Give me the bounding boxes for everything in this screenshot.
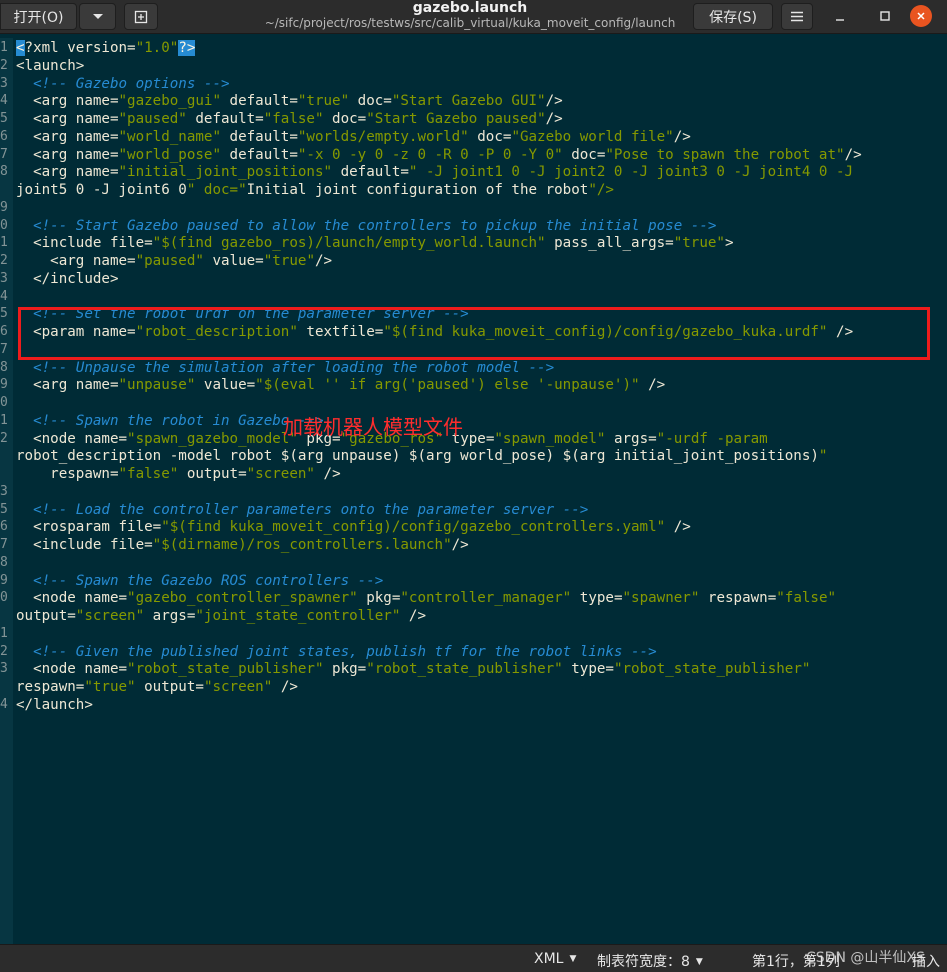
new-document-icon [134, 10, 148, 23]
language-label: XML [534, 951, 564, 967]
line-number: 4 [0, 696, 8, 712]
line-number: 0 [0, 590, 8, 606]
code-text: <arg name="unpause" value="$(eval '' if … [16, 377, 666, 394]
minimize-icon [836, 19, 844, 21]
line-number: 5 [0, 306, 8, 322]
code-text: <!-- Start Gazebo paused to allow the co… [16, 217, 717, 234]
code-text: <launch> [16, 57, 85, 74]
open-button-label: 打开(O) [13, 9, 64, 26]
line-number: 6 [0, 519, 8, 535]
tab-width-selector[interactable]: 制表符宽度：8 ▼ [597, 951, 703, 971]
maximize-icon [880, 11, 890, 21]
code-text: respawn="true" output="screen" /> [16, 679, 298, 695]
code-text: respawn="false" output="screen" /> [16, 466, 341, 482]
line-number: 4 [0, 93, 8, 109]
code-text: <include file="$(dirname)/ros_controller… [16, 537, 469, 553]
line-number: 2 [0, 57, 8, 73]
line-number: 1 [0, 625, 8, 641]
watermark: CSDN @山半仙XS [806, 950, 925, 966]
code-text: <arg name="gazebo_gui" default="true" do… [16, 93, 563, 110]
language-chevron-down-icon: ▼ [569, 954, 577, 964]
close-icon [917, 12, 925, 20]
code-text: <!-- Spawn the Gazebo ROS controllers --… [16, 572, 384, 589]
line-number: 5 [0, 111, 8, 126]
code-text: <!-- Gazebo options --> [16, 75, 230, 92]
header-bar: 打开(O) gazebo.launch ~/sifc/project/ros/t… [0, 0, 947, 34]
line-number: 9 [0, 377, 8, 393]
line-number: 2 [0, 643, 8, 659]
line-number: 4 [0, 288, 8, 304]
code-text: </launch> [16, 696, 93, 713]
line-number: 1 [0, 40, 8, 55]
minimize-button[interactable] [828, 4, 852, 28]
line-number: 9 [0, 199, 8, 215]
line-number: 8 [0, 164, 8, 180]
window-title: gazebo.launch [412, 0, 528, 16]
line-number: 7 [0, 537, 8, 552]
line-number: 3 [0, 661, 8, 677]
language-selector[interactable]: XML ▼ [534, 951, 576, 967]
code-text: <!-- Given the published joint states, p… [16, 643, 657, 660]
code-editor[interactable]: 1 <?xml version="1.0"?> 2 <launch> 3 <!-- Ga… [0, 38, 947, 944]
code-text: <!-- Unpause the simulation after loadin… [16, 359, 555, 376]
line-number: 1 [0, 235, 8, 251]
hamburger-icon [791, 11, 803, 22]
window-title-area: gazebo.launch ~/sifc/project/ros/testws/… [230, 0, 710, 30]
status-bar: XML ▼ 制表符宽度：8 ▼ 第1行，第1列 插入 [0, 944, 947, 972]
tab-width-chevron-down-icon: ▼ [695, 957, 703, 967]
code-text: <arg name="world_pose" default="-x 0 -y … [16, 146, 862, 163]
line-number: 2 [0, 253, 8, 268]
window-subtitle: ~/sifc/project/ros/testws/src/calib_virt… [264, 16, 676, 30]
line-number: 8 [0, 359, 8, 375]
code-text: <rosparam file="$(find kuka_moveit_confi… [16, 519, 691, 536]
line-number: 3 [0, 270, 8, 286]
maximize-button[interactable] [873, 4, 897, 28]
chevron-down-icon [92, 13, 103, 19]
code-text: <arg name="world_name" default="worlds/e… [16, 128, 691, 145]
open-menu-button[interactable] [79, 3, 116, 30]
code-text: <include file="$(find gazebo_ros)/launch… [16, 235, 734, 252]
code-text: robot_description -model robot $(arg unp… [16, 448, 828, 465]
save-button[interactable]: 保存(S) [693, 3, 773, 30]
line-number: 7 [0, 146, 8, 162]
menu-button[interactable] [781, 3, 813, 30]
code-text: <arg name="paused" default="false" doc="… [16, 111, 563, 127]
line-number: 1 [0, 412, 8, 428]
line-number: 0 [0, 217, 8, 233]
highlight-box [18, 307, 930, 360]
line-number: 3 [0, 483, 8, 499]
code-text: <!-- Spawn the robot in Gazebo --> [16, 412, 324, 429]
new-tab-button[interactable] [124, 3, 158, 30]
line-number: 0 [0, 395, 8, 410]
annotation-text: 加载机器人模型文件 [283, 415, 463, 439]
tab-width-label: 制表符宽度：8 [597, 954, 690, 970]
line-number: 5 [0, 501, 8, 517]
code-text: <node name="gazebo_controller_spawner" p… [16, 590, 837, 607]
line-number: 6 [0, 324, 8, 339]
line-number: 3 [0, 75, 8, 91]
line-number: 9 [0, 572, 8, 588]
code-text: joint5 0 -J joint6 0" doc="Initial joint… [16, 182, 614, 198]
code-text: </include> [16, 270, 119, 287]
open-button[interactable]: 打开(O) [0, 3, 77, 30]
line-number: 2 [0, 430, 8, 446]
close-button[interactable] [910, 5, 932, 27]
line-number: 6 [0, 128, 8, 144]
code-text: <arg name="initial_joint_positions" defa… [16, 164, 854, 181]
line-number: 8 [0, 554, 8, 570]
save-button-label: 保存(S) [709, 9, 757, 26]
code-text: <arg name="paused" value="true"/> [16, 253, 333, 269]
code-text: <node name="robot_state_publisher" pkg="… [16, 661, 811, 678]
code-text: output="screen" args="joint_state_contro… [16, 608, 427, 624]
code-text: <!-- Load the controller parameters onto… [16, 501, 589, 518]
code-text: <?xml version="1.0"?> [16, 40, 196, 56]
line-number: 7 [0, 341, 8, 357]
